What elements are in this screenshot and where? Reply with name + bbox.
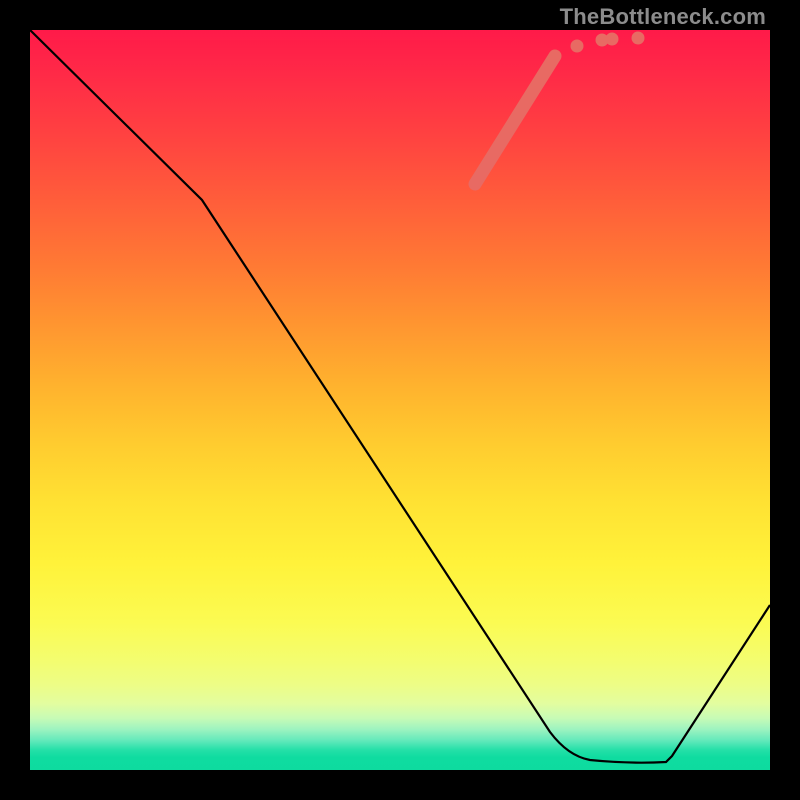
marker-dot-0 (571, 40, 584, 53)
curve-layer (30, 30, 770, 770)
chart-frame: TheBottleneck.com (0, 0, 800, 800)
bottleneck-curve (30, 30, 770, 763)
plot-area (30, 30, 770, 770)
marker-stroke-0 (475, 56, 555, 184)
marker-dot-2 (606, 33, 619, 46)
marker-dot-3 (632, 32, 645, 45)
watermark-label: TheBottleneck.com (560, 4, 766, 30)
